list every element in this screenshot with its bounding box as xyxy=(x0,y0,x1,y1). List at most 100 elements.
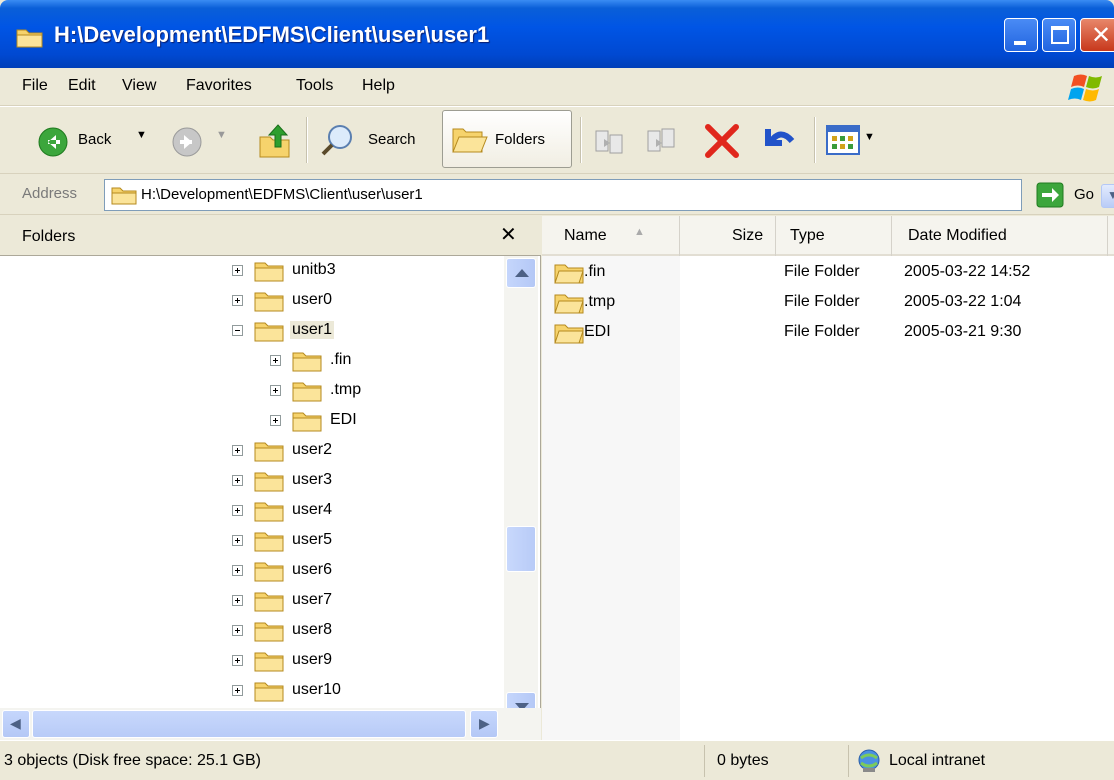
expand-icon[interactable] xyxy=(232,505,243,516)
undo-button[interactable] xyxy=(756,117,800,163)
folder-icon xyxy=(254,440,284,462)
expand-icon[interactable] xyxy=(232,565,243,576)
expand-icon[interactable] xyxy=(270,385,281,396)
expand-icon[interactable] xyxy=(232,535,243,546)
tree-item[interactable]: user7 xyxy=(0,586,504,616)
search-button[interactable]: Search xyxy=(314,115,436,165)
tree-item[interactable]: EDI xyxy=(0,406,504,436)
tree-item-label: unitb3 xyxy=(292,261,336,278)
collapse-icon[interactable] xyxy=(232,325,243,336)
tree-item[interactable]: user5 xyxy=(0,526,504,556)
tree-item-label: user4 xyxy=(292,501,333,518)
menu-view[interactable]: View xyxy=(122,77,156,95)
copy-to-button[interactable] xyxy=(642,117,682,163)
tree-item[interactable]: user6 xyxy=(0,556,504,586)
folder-icon xyxy=(254,590,284,612)
folder-icon xyxy=(554,292,584,314)
expand-icon[interactable] xyxy=(270,355,281,366)
scroll-right-button[interactable]: ▶ xyxy=(470,710,498,738)
column-header-type[interactable]: Type xyxy=(776,216,892,256)
forward-dropdown-icon[interactable]: ▼ xyxy=(216,129,227,141)
menu-bar: File Edit View Favorites Tools Help xyxy=(0,68,1114,106)
folders-pane-close-icon[interactable]: ✕ xyxy=(500,222,517,247)
status-objects-panel: 3 objects (Disk free space: 25.1 GB) xyxy=(0,745,700,777)
tree-item[interactable]: .fin xyxy=(0,346,504,376)
file-type: File Folder xyxy=(784,323,860,340)
views-dropdown-icon[interactable]: ▼ xyxy=(864,131,875,143)
file-list-view[interactable]: Name ▲ Size Type Date Modified .fin File … xyxy=(542,216,1114,740)
undo-icon xyxy=(765,129,795,146)
tree-item[interactable]: unitb3 xyxy=(0,256,504,286)
expand-icon[interactable] xyxy=(232,475,243,486)
status-objects-text: 3 objects (Disk free space: 25.1 GB) xyxy=(4,752,261,769)
back-button[interactable]: Back ▼ xyxy=(14,115,154,165)
tree-item[interactable]: user3 xyxy=(0,466,504,496)
expand-icon[interactable] xyxy=(232,445,243,456)
tree-item[interactable]: user4 xyxy=(0,496,504,526)
file-row[interactable]: EDI File Folder 2005-03-21 9:30 xyxy=(542,318,1114,348)
title-bar[interactable]: H:\Development\EDFMS\Client\user\user1 ✕ xyxy=(0,0,1114,68)
tree-item[interactable]: user9 xyxy=(0,646,504,676)
tree-item-label: user7 xyxy=(292,591,333,608)
toolbar-separator xyxy=(306,117,308,163)
scroll-left-button[interactable]: ◀ xyxy=(2,710,30,738)
tree-item[interactable]: user0 xyxy=(0,286,504,316)
column-header-size-label: Size xyxy=(732,227,764,244)
delete-button[interactable] xyxy=(700,117,744,163)
folder-icon xyxy=(554,262,584,284)
tree-item[interactable]: user8 xyxy=(0,616,504,646)
up-folder-button[interactable] xyxy=(252,115,298,165)
folder-icon xyxy=(254,500,284,522)
vertical-scroll-thumb[interactable] xyxy=(506,526,536,572)
expand-icon[interactable] xyxy=(232,655,243,666)
tree-item-label: user3 xyxy=(292,471,333,488)
folder-icon xyxy=(254,620,284,642)
folder-tree-vertical-scrollbar[interactable] xyxy=(504,256,538,724)
address-input[interactable]: H:\Development\EDFMS\Client\user\user1 ▼ xyxy=(104,179,1114,211)
column-header-date-modified[interactable]: Date Modified xyxy=(892,216,1108,256)
status-zone-panel: Local intranet xyxy=(848,745,1114,777)
menu-help[interactable]: Help xyxy=(362,77,395,95)
file-row[interactable]: .fin File Folder 2005-03-22 14:52 xyxy=(542,258,1114,288)
status-size-panel: 0 bytes xyxy=(704,745,844,777)
menu-favorites[interactable]: Favorites xyxy=(186,77,252,95)
expand-icon[interactable] xyxy=(232,685,243,696)
views-icon xyxy=(826,125,860,155)
menu-file[interactable]: File xyxy=(22,77,48,95)
file-name: .tmp xyxy=(584,293,616,310)
folder-icon xyxy=(254,560,284,582)
go-button[interactable]: Go xyxy=(1030,179,1114,211)
close-button[interactable]: ✕ xyxy=(1080,18,1114,52)
horizontal-scroll-thumb[interactable] xyxy=(32,710,466,738)
tree-item-label: user10 xyxy=(292,681,341,698)
expand-icon[interactable] xyxy=(232,295,243,306)
column-header-size[interactable]: Size xyxy=(680,216,776,256)
minimize-button[interactable] xyxy=(1004,18,1038,52)
menu-tools[interactable]: Tools xyxy=(296,77,333,95)
menu-edit[interactable]: Edit xyxy=(68,77,96,95)
folders-pane-header: Folders ✕ xyxy=(0,216,541,256)
views-button[interactable]: ▼ xyxy=(822,117,884,163)
delete-x-icon xyxy=(705,124,739,158)
expand-icon[interactable] xyxy=(232,595,243,606)
folder-icon xyxy=(254,260,284,282)
tree-item-label: user0 xyxy=(292,291,333,308)
folder-tree-horizontal-scrollbar[interactable]: ◀ ▶ xyxy=(0,708,541,740)
expand-icon[interactable] xyxy=(232,625,243,636)
tree-item[interactable]: user2 xyxy=(0,436,504,466)
move-to-button[interactable] xyxy=(590,117,630,163)
tree-item[interactable]: user10 xyxy=(0,676,504,706)
expand-icon[interactable] xyxy=(232,265,243,276)
back-dropdown-icon[interactable]: ▼ xyxy=(136,129,147,141)
scroll-up-button[interactable] xyxy=(506,258,536,288)
maximize-button[interactable] xyxy=(1042,18,1076,52)
forward-button[interactable]: ▼ xyxy=(162,115,242,165)
tree-item[interactable]: user1 xyxy=(0,316,504,346)
folder-icon xyxy=(254,530,284,552)
tree-item[interactable]: .tmp xyxy=(0,376,504,406)
column-header-name-label: Name xyxy=(564,227,607,244)
column-header-name[interactable]: Name ▲ xyxy=(542,216,680,256)
file-row[interactable]: .tmp File Folder 2005-03-22 1:04 xyxy=(542,288,1114,318)
folders-toggle-button[interactable]: Folders xyxy=(442,110,572,168)
expand-icon[interactable] xyxy=(270,415,281,426)
